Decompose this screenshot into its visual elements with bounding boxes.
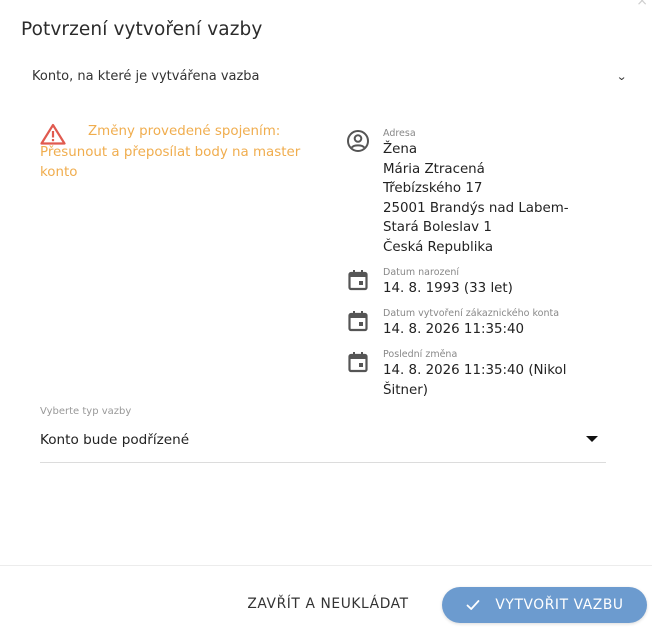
confirm-link-dialog: × Potvrzení vytvoření vazby Konto, na kt… <box>0 0 652 628</box>
account-select-label: Konto, na které je vytvářena vazba <box>32 68 260 84</box>
link-type-select[interactable]: Vyberte typ vazby Konto bude podřízené <box>40 406 606 463</box>
calendar-icon <box>348 270 368 291</box>
address-caption: Adresa <box>383 128 416 139</box>
check-icon <box>466 600 480 610</box>
link-type-caption: Vyberte typ vazby <box>40 406 132 417</box>
warning-text: Přesunout a přeposílat body na master ko… <box>40 144 301 181</box>
birth-date-block: Datum narození 14. 8. 1993 (33 let) <box>346 266 626 307</box>
birth-date-caption: Datum narození <box>383 267 459 278</box>
address-line: Stará Boleslav 1 <box>383 220 492 235</box>
warning-triangle-icon <box>40 123 66 145</box>
dialog-title: Potvrzení vytvoření vazby <box>21 19 263 40</box>
link-type-value: Konto bude podřízené <box>40 432 190 448</box>
calendar-icon <box>348 311 368 332</box>
last-change-caption: Poslední změna <box>383 349 458 360</box>
address-block: Adresa Žena Mária Ztracená Třebízského 1… <box>346 127 626 263</box>
address-line: Česká Republika <box>383 239 494 255</box>
chevron-down-icon: ⌄ <box>615 69 627 83</box>
close-without-saving-button[interactable]: ZAVŘÍT A NEUKLÁDAT <box>236 587 420 621</box>
dropdown-arrow-icon <box>586 436 598 442</box>
address-line: Žena <box>383 142 418 157</box>
account-created-caption: Datum vytvoření zákaznického konta <box>383 308 560 319</box>
dialog-footer: ZAVŘÍT A NEUKLÁDAT VYTVOŘIT VAZBU <box>0 565 652 628</box>
merge-warning: Změny provedené spojením: Přesunout a př… <box>40 122 320 184</box>
account-created-block: Datum vytvoření zákaznického konta 14. 8… <box>346 307 626 348</box>
account-select-toggle[interactable]: Konto, na které je vytvářena vazba ⌄ <box>32 65 627 87</box>
warning-heading: Změny provedené spojením: <box>88 124 281 139</box>
close-icon[interactable]: × <box>636 0 648 8</box>
last-change-block: Poslední změna 14. 8. 2026 11:35:40 (Nik… <box>346 348 626 400</box>
account-circle-icon <box>347 130 369 152</box>
last-change-value: Šitner) <box>383 382 428 398</box>
create-link-button[interactable]: VYTVOŘIT VAZBU <box>442 587 647 623</box>
create-link-label: VYTVOŘIT VAZBU <box>495 597 624 613</box>
address-line: 25001 Brandýs nad Labem- <box>383 200 569 216</box>
address-line: Mária Ztracená <box>383 161 485 177</box>
birth-date-value: 14. 8. 1993 (33 let) <box>383 281 513 296</box>
last-change-value: 14. 8. 2026 11:35:40 (Nikol <box>383 363 567 378</box>
address-line: Třebízského 17 <box>383 181 483 196</box>
account-created-value: 14. 8. 2026 11:35:40 <box>383 322 525 337</box>
calendar-icon <box>348 352 368 373</box>
customer-info: Adresa Žena Mária Ztracená Třebízského 1… <box>346 127 626 400</box>
